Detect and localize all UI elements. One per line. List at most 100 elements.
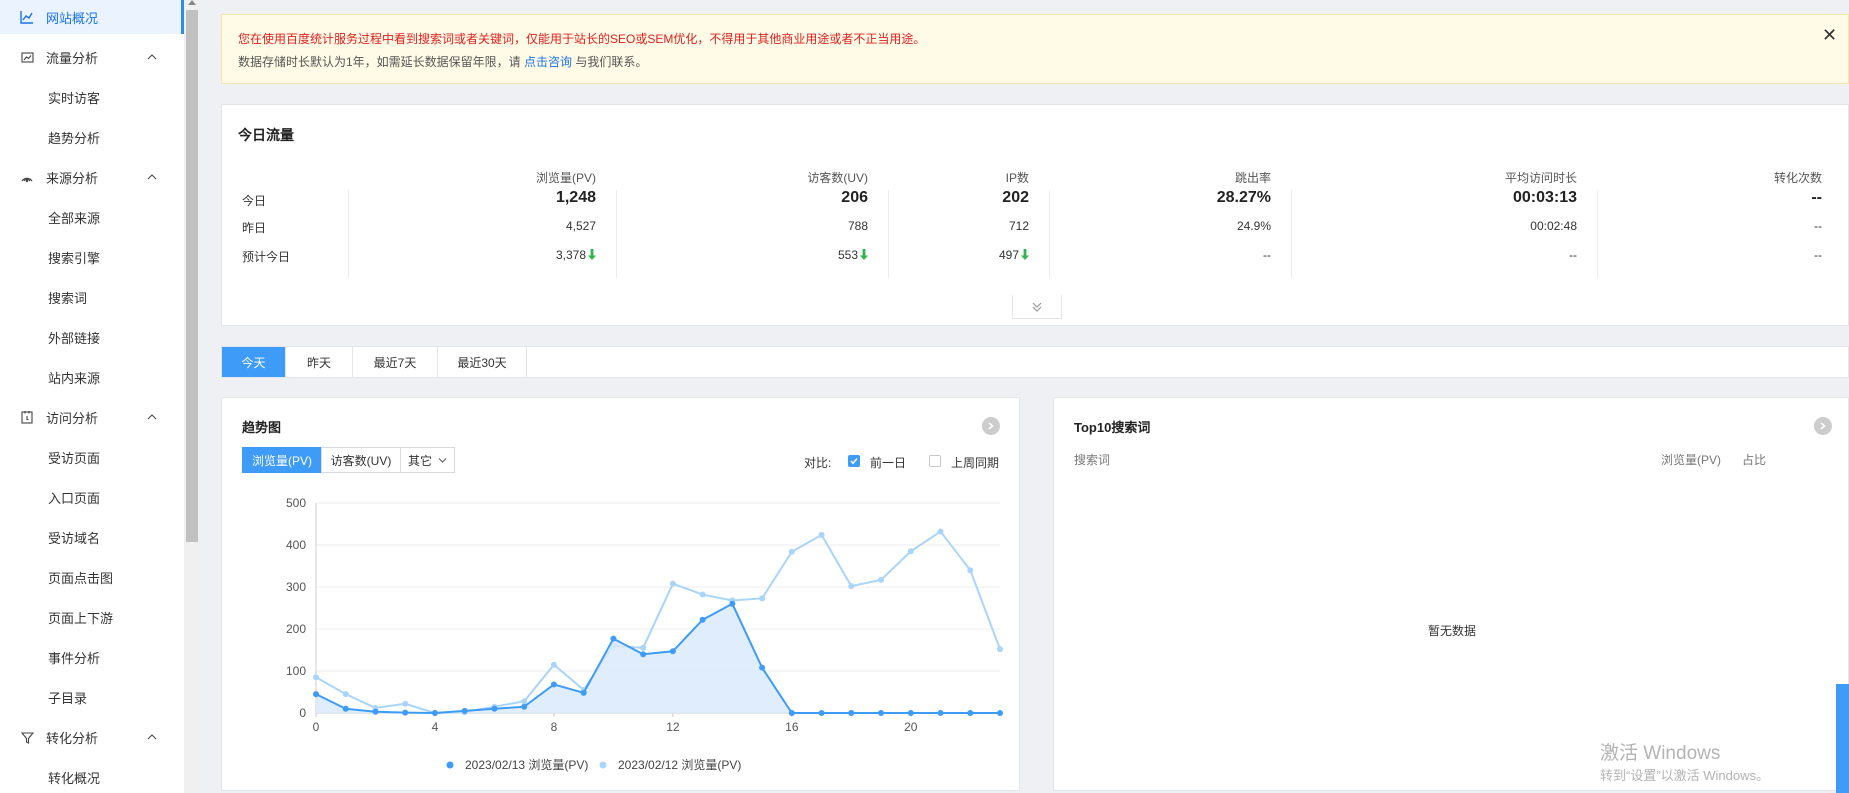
data-point	[967, 567, 974, 574]
notice-banner: 您在使用百度统计服务过程中看到搜索词或者关键词，仅能用于站长的SEO或SEM优化…	[221, 14, 1849, 84]
funnel-icon	[20, 730, 34, 744]
sidebar-group-label: 来源分析	[46, 170, 99, 186]
column-header-pv: 浏览量(PV)	[1661, 453, 1722, 467]
x-tick-label: 12	[666, 720, 680, 734]
data-point	[640, 644, 647, 651]
sidebar-item-label: 页面点击图	[48, 570, 114, 586]
data-point	[669, 580, 676, 587]
column-separator	[348, 190, 349, 278]
chevron-up-icon[interactable]	[146, 411, 158, 423]
sidebar-item[interactable]: 受访域名	[0, 520, 184, 554]
panel-title: 今日流量	[238, 127, 294, 143]
sidebar-item[interactable]: 搜索词	[0, 280, 184, 314]
metric-value: 712	[1008, 219, 1029, 233]
column-header: 平均访问时长	[1504, 171, 1577, 185]
data-point	[759, 595, 766, 602]
metric-cell: 00:03:13	[1437, 189, 1577, 207]
data-point	[997, 710, 1003, 716]
sidebar-item-label: 实时访客	[48, 90, 101, 106]
sidebar-item[interactable]: 外部链接	[0, 320, 184, 354]
metric-cell: 4,527	[456, 219, 596, 233]
y-tick-label: 400	[286, 538, 306, 552]
close-icon[interactable]: ✕	[1822, 25, 1837, 46]
data-point	[937, 710, 944, 716]
sidebar-item[interactable]: 站内来源	[0, 360, 184, 394]
metric-value: 788	[847, 219, 868, 233]
metric-cell: 788	[728, 219, 868, 233]
metric-value: 202	[1002, 189, 1029, 206]
line-chart-icon	[20, 10, 34, 24]
sidebar-group[interactable]: 流量分析	[0, 40, 184, 74]
data-point	[788, 548, 795, 555]
metric-value: 497	[998, 248, 1019, 262]
sidebar-item-label: 网站概况	[46, 10, 99, 26]
sidebar-scrollbar-thumb[interactable]	[186, 10, 198, 542]
windows-watermark-title: 激活 Windows	[1600, 743, 1721, 764]
metric-value: --	[1263, 248, 1271, 262]
metric-value: 24.9%	[1236, 219, 1271, 233]
metric-cell: 206	[728, 189, 868, 207]
data-point	[461, 707, 468, 714]
data-point	[431, 710, 438, 716]
arrow-down-icon	[588, 249, 596, 260]
date-tab[interactable]: 昨天	[286, 347, 353, 377]
notice-text-end: 与我们联系。	[575, 55, 648, 69]
sidebar-group[interactable]: 来源分析	[0, 160, 184, 194]
metric-value: 28.27%	[1216, 189, 1271, 206]
column-header: 跳出率	[1234, 171, 1271, 185]
sidebar-item[interactable]: 搜索引擎	[0, 240, 184, 274]
sidebar-item[interactable]: 实时访客	[0, 80, 184, 114]
column-header: 浏览量(PV)	[535, 171, 596, 185]
x-tick-label: 20	[904, 720, 918, 734]
chevron-right-icon[interactable]	[1814, 417, 1832, 435]
notice-text: 数据存储时长默认为1年，如需延长数据保留年限，请	[238, 55, 521, 69]
metric-value: --	[1811, 189, 1822, 206]
data-point	[937, 528, 944, 535]
data-point	[372, 708, 379, 715]
date-tab[interactable]: 最近30天	[438, 347, 527, 377]
date-tab[interactable]: 今天	[222, 347, 286, 377]
sidebar-item[interactable]: 页面上下游	[0, 600, 184, 634]
sidebar-item[interactable]: 受访页面	[0, 440, 184, 474]
sidebar-item[interactable]: 转化概况	[0, 760, 184, 793]
feedback-tab[interactable]	[1836, 684, 1849, 793]
sidebar-item-label: 页面上下游	[48, 610, 114, 626]
sidebar-item-overview[interactable]: 网站概况	[0, 0, 184, 34]
sidebar-item[interactable]: 入口页面	[0, 480, 184, 514]
notice-line-2: 数据存储时长默认为1年，如需延长数据保留年限，请 点击咨询 与我们联系。	[238, 53, 647, 70]
data-point	[313, 674, 319, 681]
data-point	[699, 591, 706, 598]
sidebar-item[interactable]: 事件分析	[0, 640, 184, 674]
scroll-up-arrow-icon[interactable]	[188, 0, 196, 5]
sidebar-item-label: 子目录	[48, 690, 88, 706]
metric-cell: --	[1131, 248, 1271, 262]
data-point	[729, 600, 736, 607]
metric-cell: --	[1437, 248, 1577, 262]
sidebar-item[interactable]: 全部来源	[0, 200, 184, 234]
metric-cell: 24.9%	[1131, 219, 1271, 233]
sidebar-item[interactable]: 趋势分析	[0, 120, 184, 154]
chevron-up-icon[interactable]	[146, 171, 158, 183]
sidebar-group[interactable]: 访问分析	[0, 400, 184, 434]
sidebar-item[interactable]: 页面点击图	[0, 560, 184, 594]
sidebar-item[interactable]: 子目录	[0, 680, 184, 714]
metric-value: 206	[841, 189, 868, 206]
chevron-up-icon[interactable]	[146, 51, 158, 63]
data-point	[669, 648, 676, 655]
trend-chart: 0 100 200 300 400 500 0 4 8 12 16 20 2023/02/13 浏览量(…	[286, 496, 1003, 772]
legend-label: 2023/02/12 浏览量(PV)	[618, 757, 741, 772]
metric-cell: 553	[728, 248, 868, 262]
data-point	[402, 709, 409, 716]
sidebar-group[interactable]: 转化分析	[0, 720, 184, 754]
data-point	[907, 710, 914, 716]
expand-button[interactable]	[1012, 295, 1062, 319]
data-point	[878, 576, 885, 583]
windows-watermark-subtitle: 转到“设置”以激活 Windows。	[1600, 768, 1770, 783]
sidebar-group-label: 访问分析	[46, 410, 99, 426]
sidebar-item-label: 全部来源	[48, 210, 101, 226]
date-tab[interactable]: 最近7天	[353, 347, 438, 377]
chevron-up-icon[interactable]	[146, 731, 158, 743]
y-tick-label: 200	[286, 622, 306, 636]
data-point	[848, 583, 855, 590]
consult-link[interactable]: 点击咨询	[524, 55, 572, 69]
